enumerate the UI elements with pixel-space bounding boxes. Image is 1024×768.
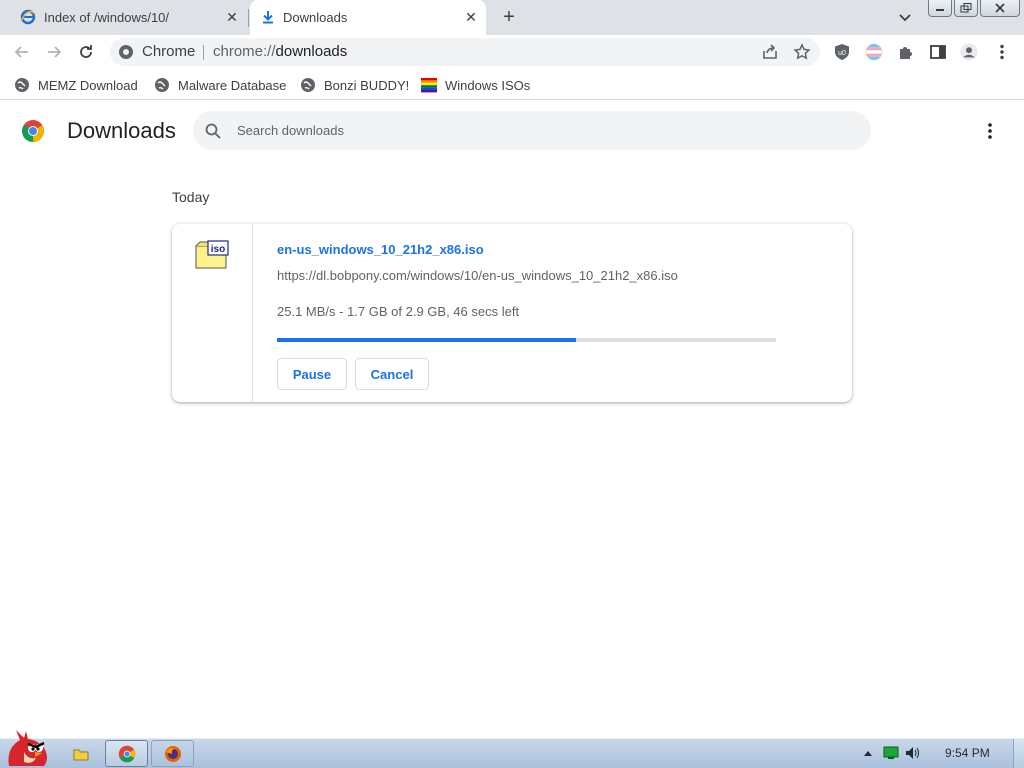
search-input[interactable]: Search downloads — [237, 123, 344, 138]
downloads-page — [0, 101, 1024, 738]
taskbar-firefox-button[interactable] — [151, 740, 194, 767]
bookmark-label: Bonzi BUDDY! — [324, 77, 410, 93]
download-progress-bar — [277, 338, 776, 342]
chevron-down-icon[interactable] — [896, 8, 914, 26]
bookmark-label: Windows ISOs — [445, 77, 531, 93]
tab-downloads[interactable]: Downloads ✕ — [250, 0, 486, 35]
download-icon — [260, 9, 276, 25]
profile-avatar-icon[interactable] — [960, 43, 978, 61]
site-name: Chrome — [142, 43, 196, 60]
bookmark-malware-database[interactable]: Malware Database — [154, 76, 286, 94]
firefox-icon — [164, 745, 181, 762]
folder-icon — [73, 749, 89, 760]
bookmark-label: MEMZ Download — [38, 77, 138, 93]
bookmark-bonzi-buddy[interactable]: Bonzi BUDDY! — [300, 76, 409, 94]
tab-close-icon[interactable]: ✕ — [224, 9, 240, 25]
window-controls — [928, 0, 1020, 18]
ublock-shield-icon[interactable]: u0 — [833, 43, 851, 61]
svg-text:u0: u0 — [838, 50, 846, 57]
show-hidden-icons-icon[interactable] — [860, 746, 876, 760]
reload-icon[interactable] — [77, 43, 95, 61]
download-status-text: 25.1 MB/s - 1.7 GB of 2.9 GB, 46 secs le… — [277, 304, 520, 319]
date-section-header: Today — [172, 189, 210, 205]
cancel-button[interactable]: Cancel — [355, 358, 429, 390]
angry-bird-start-button-icon[interactable] — [4, 728, 50, 768]
taskbar-clock[interactable]: 9:54 PM — [945, 746, 990, 760]
show-desktop-button[interactable] — [1013, 739, 1024, 768]
puzzle-extensions-icon[interactable] — [897, 43, 915, 61]
page-title: Downloads — [67, 118, 176, 143]
download-source-url[interactable]: https://dl.bobpony.com/windows/10/en-us_… — [277, 268, 678, 283]
progress-fill — [277, 338, 577, 342]
star-icon[interactable] — [793, 43, 811, 61]
url-host: downloads — [275, 43, 348, 60]
volume-icon[interactable] — [905, 746, 921, 760]
svg-text:iso: iso — [211, 244, 225, 255]
pause-button[interactable]: Pause — [277, 358, 347, 390]
globe-icon — [155, 78, 169, 92]
download-file-name-link[interactable]: en-us_windows_10_21h2_x86.iso — [277, 242, 484, 257]
url-text[interactable]: chrome://downloads — [213, 43, 347, 60]
forward-arrow-icon[interactable] — [45, 43, 63, 61]
taskbar-chrome-button[interactable] — [105, 740, 148, 767]
chrome-icon — [118, 745, 135, 762]
bookmark-label: Malware Database — [178, 77, 287, 93]
side-panel-icon[interactable] — [929, 43, 947, 61]
globe-icon — [15, 78, 29, 92]
iso-file-icon: iso — [195, 240, 229, 269]
omnibox-divider — [203, 45, 204, 60]
rainbow-flag-icon — [421, 78, 437, 93]
bookmark-windows-isos[interactable]: Windows ISOs — [421, 76, 530, 94]
more-options-icon[interactable] — [980, 121, 1000, 141]
url-scheme: chrome:// — [213, 43, 276, 60]
tab-title: Index of /windows/10/ — [44, 10, 170, 25]
tab-title: Downloads — [283, 10, 348, 25]
network-icon[interactable] — [883, 746, 899, 760]
taskbar-explorer-button[interactable] — [60, 740, 102, 767]
tab-close-icon[interactable]: ✕ — [463, 9, 479, 25]
chrome-menu-icon[interactable] — [993, 43, 1011, 61]
internet-explorer-icon — [20, 9, 36, 25]
new-tab-plus-icon[interactable]: + — [500, 7, 518, 27]
minimize-icon[interactable] — [928, 0, 952, 17]
card-divider — [252, 224, 253, 402]
share-icon[interactable] — [761, 43, 779, 61]
trans-flag-extension-icon[interactable] — [865, 43, 883, 61]
chrome-logo-icon — [22, 120, 44, 142]
bookmark-memz-download[interactable]: MEMZ Download — [14, 76, 138, 94]
restore-icon[interactable] — [954, 0, 978, 17]
tab-index-windows-10[interactable]: Index of /windows/10/ ✕ — [0, 0, 248, 35]
back-arrow-icon[interactable] — [13, 43, 31, 61]
close-window-icon[interactable] — [980, 0, 1020, 17]
globe-icon — [301, 78, 315, 92]
chrome-icon — [117, 43, 135, 61]
tab-separator — [248, 9, 249, 27]
search-icon[interactable] — [204, 122, 222, 140]
